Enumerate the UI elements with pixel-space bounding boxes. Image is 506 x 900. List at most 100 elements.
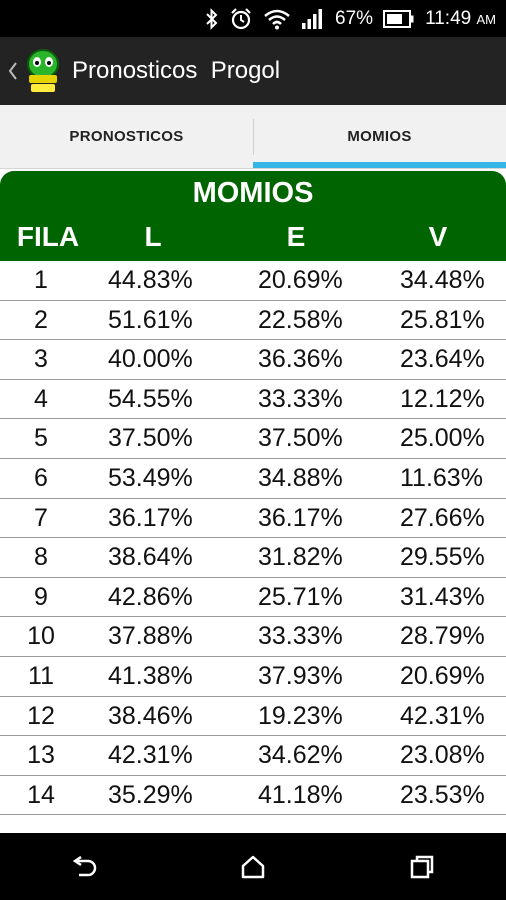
app-title: Pronosticos Progol [72, 57, 281, 84]
cell-fila: 12 [27, 701, 55, 730]
back-nav-icon[interactable] [54, 837, 114, 897]
alarm-icon [229, 7, 253, 31]
cell-e: 33.33% [258, 622, 343, 651]
table-row: 12 38.46% 19.23% 42.31% [0, 697, 506, 737]
cell-l: 42.31% [108, 741, 193, 770]
cell-e: 31.82% [258, 543, 343, 572]
bluetooth-icon [205, 7, 219, 30]
cell-v: 23.53% [400, 780, 485, 809]
cell-fila: 6 [34, 463, 48, 492]
cell-v: 23.08% [400, 741, 485, 770]
table-row: 6 53.49% 34.88% 11.63% [0, 459, 506, 499]
table-row: 4 54.55% 33.33% 12.12% [0, 380, 506, 420]
table-row: 8 38.64% 31.82% 29.55% [0, 538, 506, 578]
cell-e: 33.33% [258, 384, 343, 413]
cell-e: 19.23% [258, 701, 343, 730]
cell-v: 11.63% [400, 463, 483, 492]
battery-icon [383, 9, 415, 28]
tab-momios[interactable]: MOMIOS [253, 105, 506, 168]
table-row: 5 37.50% 37.50% 25.00% [0, 419, 506, 459]
wifi-icon [263, 8, 291, 30]
cell-l: 40.00% [108, 345, 193, 374]
action-bar: Pronosticos Progol [0, 37, 506, 105]
cell-fila: 7 [34, 503, 48, 532]
table-row: 11 41.38% 37.93% 20.69% [0, 657, 506, 697]
cell-l: 53.49% [108, 463, 193, 492]
cell-l: 41.38% [108, 661, 193, 690]
cell-v: 23.64% [400, 345, 485, 374]
cell-fila: 9 [34, 582, 48, 611]
battery-percent: 67% [335, 7, 374, 29]
cell-l: 54.55% [108, 384, 193, 413]
cell-v: 29.55% [400, 543, 485, 572]
table-row: 9 42.86% 25.71% 31.43% [0, 578, 506, 618]
table-row: 13 42.31% 34.62% 23.08% [0, 736, 506, 776]
cell-fila: 1 [34, 266, 48, 294]
tab-divider [253, 119, 254, 155]
cell-l: 36.17% [108, 503, 193, 532]
app-logo-icon[interactable] [24, 48, 62, 94]
cell-e: 22.58% [258, 305, 343, 334]
cell-fila: 13 [27, 741, 55, 770]
cell-fila: 11 [28, 661, 54, 690]
cell-v: 42.31% [400, 701, 485, 730]
cell-e: 41.18% [258, 780, 343, 809]
status-time: 11:49 [425, 7, 472, 29]
cell-l: 44.83% [108, 266, 193, 294]
table-row: 3 40.00% 36.36% 23.64% [0, 340, 506, 380]
cell-v: 28.79% [400, 622, 485, 651]
column-header-v: V [428, 221, 448, 252]
cell-fila: 14 [27, 780, 55, 809]
cell-e: 37.50% [258, 424, 343, 453]
tab-bar: PRONOSTICOS MOMIOS [0, 105, 506, 169]
recents-nav-icon[interactable] [392, 837, 452, 897]
cell-v: 27.66% [400, 503, 485, 532]
cell-l: 38.64% [108, 543, 193, 572]
signal-icon [301, 8, 325, 30]
cell-v: 25.00% [400, 424, 485, 453]
cell-e: 37.93% [258, 661, 343, 690]
status-clock: 11:49 AM [425, 8, 496, 30]
cell-fila: 3 [34, 345, 48, 374]
up-navigation-icon[interactable] [4, 37, 22, 105]
table-header: MOMIOS FILA L E V [0, 171, 506, 261]
status-time-suffix: AM [476, 11, 497, 27]
column-header-l: L [144, 221, 162, 252]
table-body: 1 44.83% 20.69% 34.48% 2 51.61% 22.58% 25.81% 3 4… [0, 261, 506, 816]
column-header-e: E [286, 221, 306, 252]
cell-l: 37.50% [108, 424, 193, 453]
column-header-fila: FILA [16, 221, 80, 252]
table-row: 14 35.29% 41.18% 23.53% [0, 776, 506, 816]
tab-pronosticos[interactable]: PRONOSTICOS [0, 105, 253, 168]
cell-v: 31.43% [400, 582, 485, 611]
cell-fila: 5 [34, 424, 48, 453]
cell-e: 34.88% [258, 463, 343, 492]
cell-l: 37.88% [108, 622, 193, 651]
momios-table: MOMIOS FILA L E V 1 44.83% 20.69% 34.48% 2 51… [0, 169, 506, 833]
cell-v: 25.81% [400, 305, 485, 334]
cell-fila: 8 [34, 543, 48, 572]
cell-l: 42.86% [108, 582, 193, 611]
table-row: 10 37.88% 33.33% 28.79% [0, 617, 506, 657]
status-bar: 67% 11:49 AM [0, 0, 506, 37]
home-nav-icon[interactable] [223, 837, 283, 897]
table-title: MOMIOS [192, 177, 314, 209]
cell-v: 12.12% [400, 384, 485, 413]
cell-l: 38.46% [108, 701, 193, 730]
cell-e: 36.17% [258, 503, 343, 532]
cell-e: 36.36% [258, 345, 343, 374]
cell-fila: 4 [34, 384, 48, 413]
navigation-bar [0, 833, 506, 900]
status-icons: 67% 11:49 AM [205, 0, 496, 37]
table-row: 1 44.83% 20.69% 34.48% [0, 261, 506, 301]
cell-e: 20.69% [258, 266, 343, 294]
cell-l: 51.61% [108, 305, 193, 334]
cell-v: 34.48% [400, 266, 485, 294]
cell-e: 25.71% [258, 582, 343, 611]
cell-v: 20.69% [400, 661, 485, 690]
table-row: 2 51.61% 22.58% 25.81% [0, 301, 506, 341]
cell-fila: 10 [27, 622, 55, 651]
cell-l: 35.29% [108, 780, 193, 809]
cell-fila: 2 [34, 305, 48, 334]
table-row: 7 36.17% 36.17% 27.66% [0, 499, 506, 539]
